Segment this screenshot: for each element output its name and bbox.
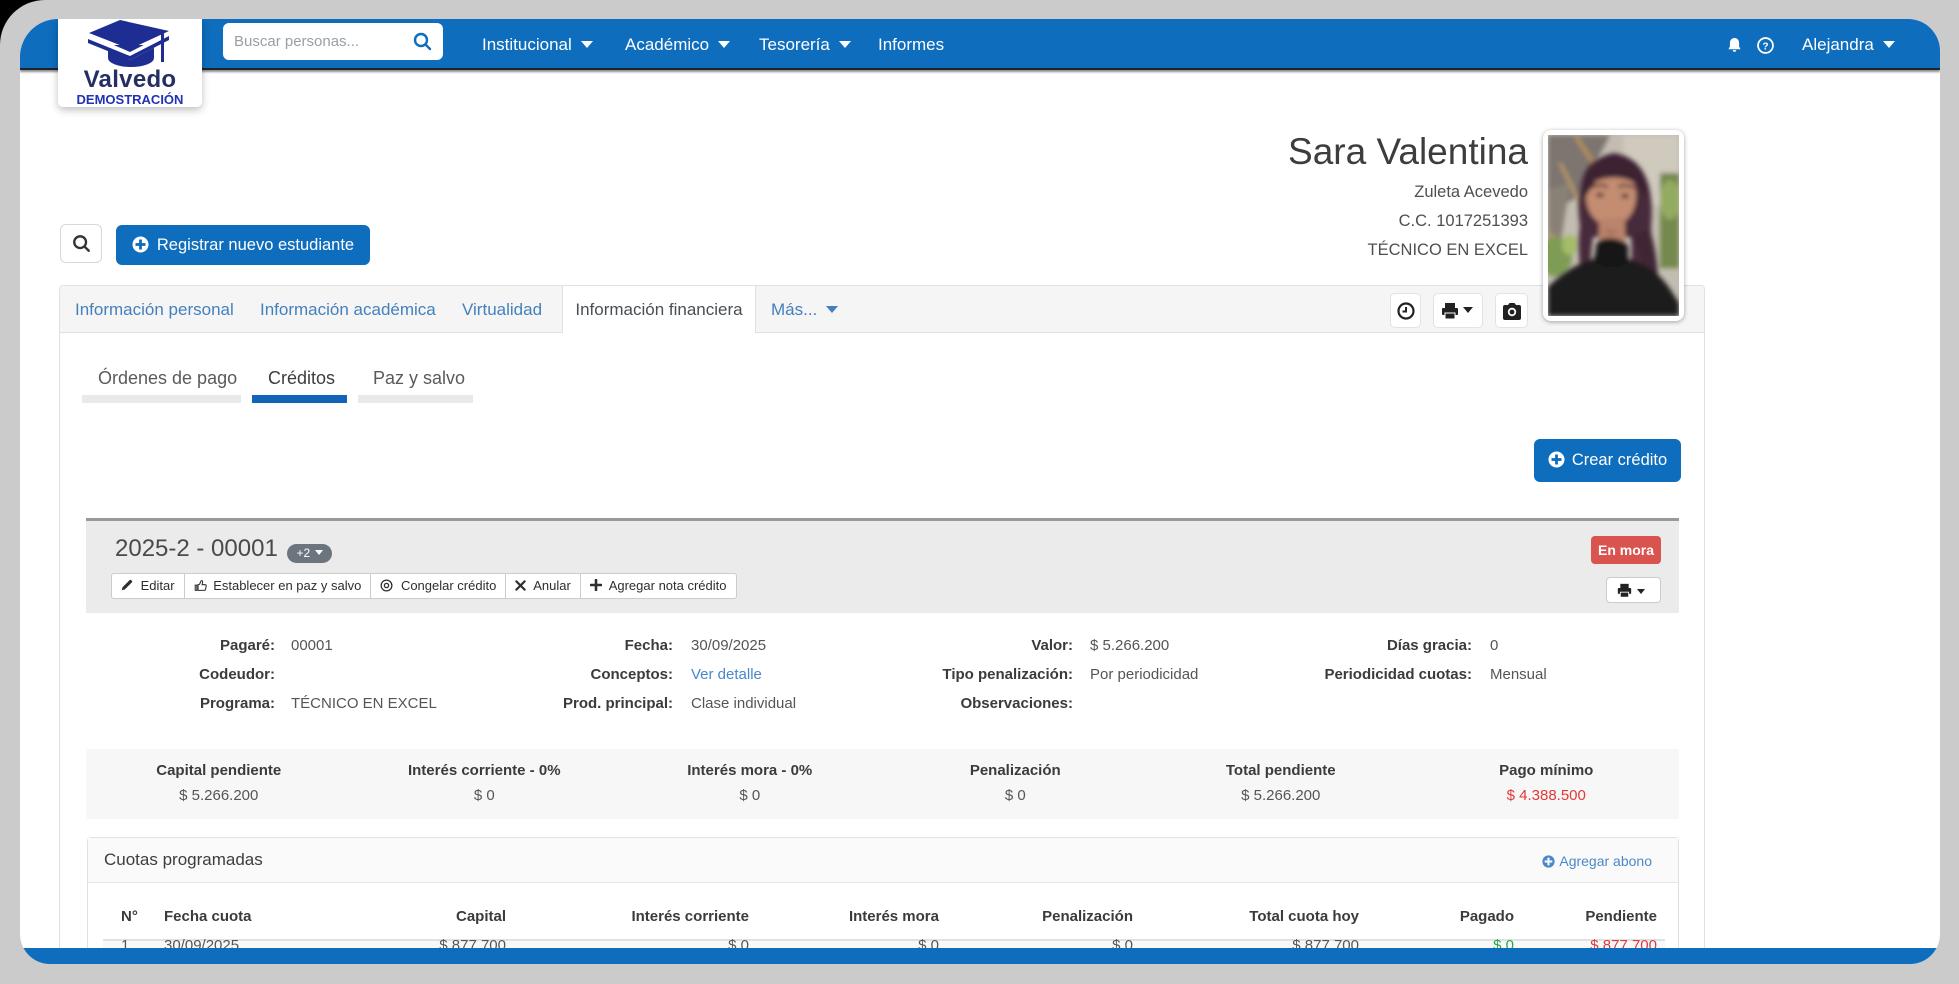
svg-text:?: ? — [1762, 41, 1768, 52]
